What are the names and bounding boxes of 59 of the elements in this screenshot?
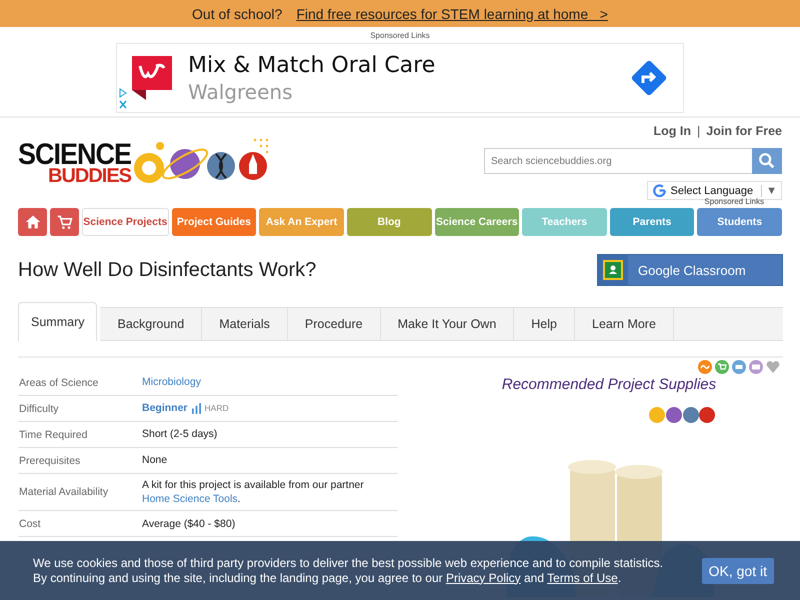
- sponsored-label: Sponsored Links: [704, 197, 764, 206]
- search-field[interactable]: Search sciencebuddies.org: [484, 148, 752, 174]
- promo-link[interactable]: Find free resources for STEM learning at home >: [296, 6, 608, 22]
- mail-icon[interactable]: [749, 360, 763, 374]
- terms-of-use-link[interactable]: Terms of Use: [547, 570, 618, 584]
- tab[interactable]: Background: [100, 307, 202, 341]
- cookie-text: We use cookies and those of third party providers to deliver the best possible web experience and to compile statistics.: [33, 556, 664, 570]
- supplies-title: Recommended Project Supplies: [502, 376, 716, 393]
- row-label: Difficulty: [18, 398, 138, 418]
- difficulty-link[interactable]: Beginner: [142, 401, 188, 416]
- search-icon: [758, 152, 776, 170]
- ad-choices-icon[interactable]: [118, 88, 128, 110]
- privacy-policy-link[interactable]: Privacy Policy: [446, 570, 521, 584]
- home-icon: [24, 214, 40, 230]
- row-label: Time Required: [18, 424, 138, 444]
- sponsored-label: Sponsored Links: [369, 31, 431, 40]
- logo-text: BUDDIES: [47, 167, 132, 186]
- google-classroom-button[interactable]: Google Classroom: [597, 254, 783, 286]
- advertiser-logo-icon: [132, 56, 172, 100]
- join-link[interactable]: Join for Free: [706, 124, 782, 138]
- tab[interactable]: Materials: [202, 307, 288, 341]
- logo-text: SCIENCE: [18, 140, 132, 169]
- row-value: Average ($40 - $80): [142, 516, 236, 531]
- tab[interactable]: Learn More: [575, 307, 674, 341]
- row-label: Prerequisites: [18, 450, 138, 470]
- google-icon: [652, 183, 667, 198]
- row-value: Short (2-5 days): [142, 427, 218, 442]
- rss-icon[interactable]: [698, 360, 712, 374]
- ad-headline: Mix & Match Oral Care: [188, 52, 436, 78]
- area-link[interactable]: Microbiology: [142, 375, 201, 390]
- promo-text: Out of school?: [192, 6, 282, 22]
- row-value: None: [142, 453, 168, 468]
- row-label: Areas of Science: [18, 372, 138, 392]
- tab[interactable]: Procedure: [288, 307, 381, 341]
- cookie-text: By continuing and using the site, including the landing page, you agree to our Privacy Policy and Terms of Use.: [33, 570, 622, 585]
- partner-link[interactable]: Home Science Tools: [142, 493, 238, 506]
- ad-banner[interactable]: Mix & Match Oral Care Walgreens: [116, 43, 684, 113]
- home-button[interactable]: [18, 208, 47, 236]
- difficulty-max-text: HARD: [204, 402, 229, 414]
- accept-cookies-button[interactable]: OK, got it: [702, 558, 774, 584]
- cart-icon[interactable]: [715, 360, 729, 374]
- login-link[interactable]: Log In: [654, 124, 692, 138]
- tab[interactable]: Summary: [18, 302, 98, 341]
- row-label: Cost: [18, 514, 138, 534]
- ad-advertiser: Walgreens: [188, 80, 294, 104]
- tab[interactable]: Help: [514, 307, 575, 341]
- cart-button[interactable]: [50, 208, 79, 236]
- availability-text: A kit for this project is available from our partner Home Science Tools.: [142, 478, 365, 506]
- tab[interactable]: Make It Your Own: [380, 307, 514, 341]
- difficulty-bars-icon: [192, 402, 201, 414]
- nav-tab[interactable]: Science Projects: [82, 208, 169, 236]
- classroom-icon: [603, 260, 623, 280]
- heart-icon[interactable]: [766, 360, 780, 374]
- page-title: How Well Do Disinfectants Work?: [18, 258, 316, 282]
- print-icon[interactable]: [732, 360, 746, 374]
- row-label: Material Availability: [18, 482, 138, 502]
- cart-icon: [56, 214, 72, 230]
- search-button[interactable]: [752, 148, 782, 174]
- separator-text: |: [697, 124, 700, 138]
